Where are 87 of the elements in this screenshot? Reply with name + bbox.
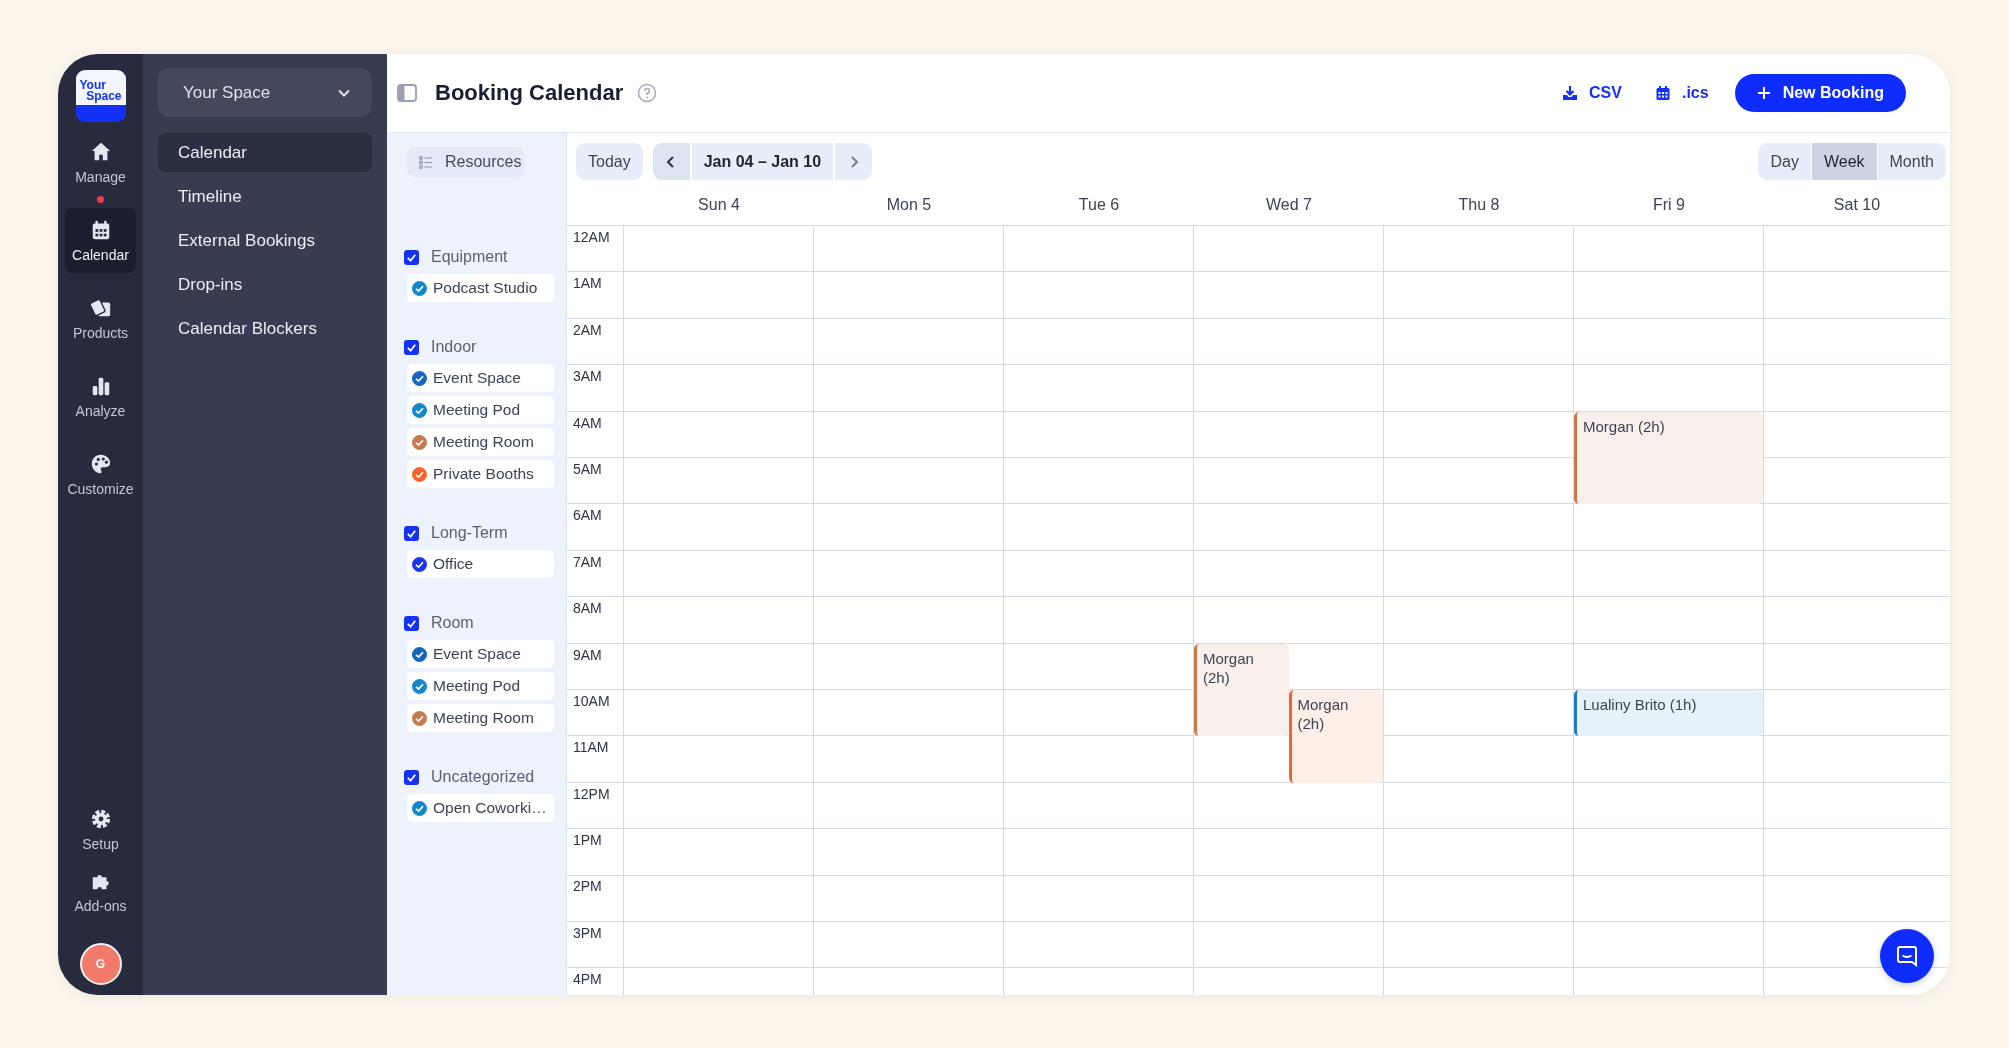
day-header: Fri 9 bbox=[1652, 196, 1686, 214]
calendar-icon bbox=[1654, 85, 1671, 101]
settings-icon bbox=[89, 808, 112, 830]
hour-label: 1AM bbox=[573, 275, 602, 292]
today-button[interactable]: Today bbox=[576, 143, 643, 180]
day-header: Wed 7 bbox=[1265, 196, 1313, 214]
export-link[interactable]: .ics bbox=[1654, 84, 1709, 102]
booking-event[interactable]: Morgan (2h) bbox=[1574, 411, 1763, 505]
resource-item[interactable]: Event Space bbox=[407, 640, 554, 668]
checkbox[interactable] bbox=[404, 339, 419, 355]
check-icon bbox=[406, 771, 417, 783]
day-header: Mon 5 bbox=[885, 196, 933, 214]
day-header: Tue 6 bbox=[1077, 196, 1121, 214]
resource-item[interactable]: Open Coworki… bbox=[407, 794, 554, 822]
hour-label: 7AM bbox=[573, 553, 602, 570]
hour-label: 9AM bbox=[573, 646, 602, 663]
hour-label: 3PM bbox=[573, 924, 602, 941]
checkbox[interactable] bbox=[404, 769, 419, 785]
group-label: Uncategorized bbox=[431, 768, 535, 786]
day-header: Sun 4 bbox=[697, 196, 741, 214]
list-icon bbox=[419, 155, 433, 169]
group-label: Room bbox=[431, 614, 474, 632]
group-label: Indoor bbox=[431, 338, 477, 356]
page-title: Booking Calendar bbox=[435, 80, 624, 106]
menu-item[interactable]: Calendar bbox=[158, 133, 372, 172]
day-header: Thu 8 bbox=[1457, 196, 1501, 214]
hour-label: 2AM bbox=[573, 321, 602, 338]
plus-icon bbox=[1755, 85, 1772, 101]
checkbox[interactable] bbox=[404, 249, 419, 265]
booking-event[interactable]: Morgan (2h) bbox=[1288, 690, 1383, 783]
hour-label: 11AM bbox=[573, 739, 609, 756]
booking-event[interactable]: Morgan (2h) bbox=[1194, 643, 1289, 737]
resource-item[interactable]: Private Booths bbox=[407, 460, 554, 488]
check-icon bbox=[406, 251, 417, 263]
hour-label: 1PM bbox=[573, 832, 602, 849]
hour-label: 10AM bbox=[573, 692, 610, 709]
check-icon bbox=[406, 617, 417, 629]
group-label: Equipment bbox=[431, 248, 508, 266]
group-label: Long-Term bbox=[431, 524, 508, 542]
date-range-button[interactable]: Jan 04 – Jan 10 bbox=[691, 143, 834, 180]
menu-item[interactable]: Calendar Blockers bbox=[158, 309, 372, 348]
hour-label: 4AM bbox=[573, 414, 602, 431]
resources-button[interactable]: Resources bbox=[407, 147, 525, 177]
nav-item[interactable]: Calendar bbox=[65, 208, 136, 273]
check-icon bbox=[406, 341, 417, 353]
previous-button[interactable] bbox=[652, 143, 690, 180]
hour-label: 12PM bbox=[573, 785, 610, 802]
view-tab[interactable]: Week bbox=[1811, 143, 1877, 180]
view-tab[interactable]: Day bbox=[1758, 143, 1811, 180]
hour-label: 6AM bbox=[573, 507, 602, 524]
nav-item[interactable]: Manage bbox=[65, 130, 136, 195]
checkbox[interactable] bbox=[404, 615, 419, 631]
hour-label: 4PM bbox=[573, 971, 602, 988]
resource-item[interactable]: Office bbox=[407, 550, 554, 578]
hour-label: 8AM bbox=[573, 600, 602, 617]
new-booking-button[interactable]: New Booking bbox=[1734, 74, 1906, 112]
hour-label: 3AM bbox=[573, 368, 602, 385]
menu-item[interactable]: Timeline bbox=[158, 177, 372, 216]
checkbox[interactable] bbox=[404, 525, 419, 541]
hour-label: 12AM bbox=[573, 229, 610, 245]
workspace-dropdown[interactable]: Your Space bbox=[158, 68, 372, 117]
resource-item[interactable]: Meeting Pod bbox=[407, 672, 554, 700]
resource-item[interactable]: Event Space bbox=[407, 364, 554, 392]
check-icon bbox=[406, 527, 417, 539]
nav-item[interactable]: Setup bbox=[65, 801, 136, 859]
nav-item[interactable]: Customize bbox=[65, 442, 136, 507]
resource-item[interactable]: Meeting Room bbox=[407, 704, 554, 732]
menu-item[interactable]: External Bookings bbox=[158, 221, 372, 260]
nav-item[interactable]: Products bbox=[65, 286, 136, 351]
sidebar-toggle-icon[interactable] bbox=[397, 84, 417, 102]
logo[interactable]: Your Space bbox=[75, 70, 126, 122]
resource-item[interactable]: Meeting Pod bbox=[407, 396, 554, 424]
hour-label: 2PM bbox=[573, 878, 602, 895]
resource-item[interactable]: Meeting Room bbox=[407, 428, 554, 456]
export-link[interactable]: CSV bbox=[1562, 84, 1622, 102]
palette-icon bbox=[89, 452, 112, 475]
day-header: Sat 10 bbox=[1832, 196, 1882, 214]
resource-item[interactable]: Podcast Studio bbox=[407, 274, 554, 302]
chat-icon bbox=[1895, 944, 1919, 968]
home-icon bbox=[89, 140, 112, 163]
menu-item[interactable]: Drop-ins bbox=[158, 265, 372, 304]
view-tab[interactable]: Month bbox=[1877, 143, 1946, 180]
hour-label: 5AM bbox=[573, 460, 602, 477]
nav-item[interactable]: Add-ons bbox=[65, 863, 136, 921]
booking-event[interactable]: Lualiny Brito (1h) bbox=[1574, 690, 1763, 737]
nav-item[interactable]: Analyze bbox=[65, 364, 136, 429]
download-icon bbox=[1562, 85, 1579, 101]
